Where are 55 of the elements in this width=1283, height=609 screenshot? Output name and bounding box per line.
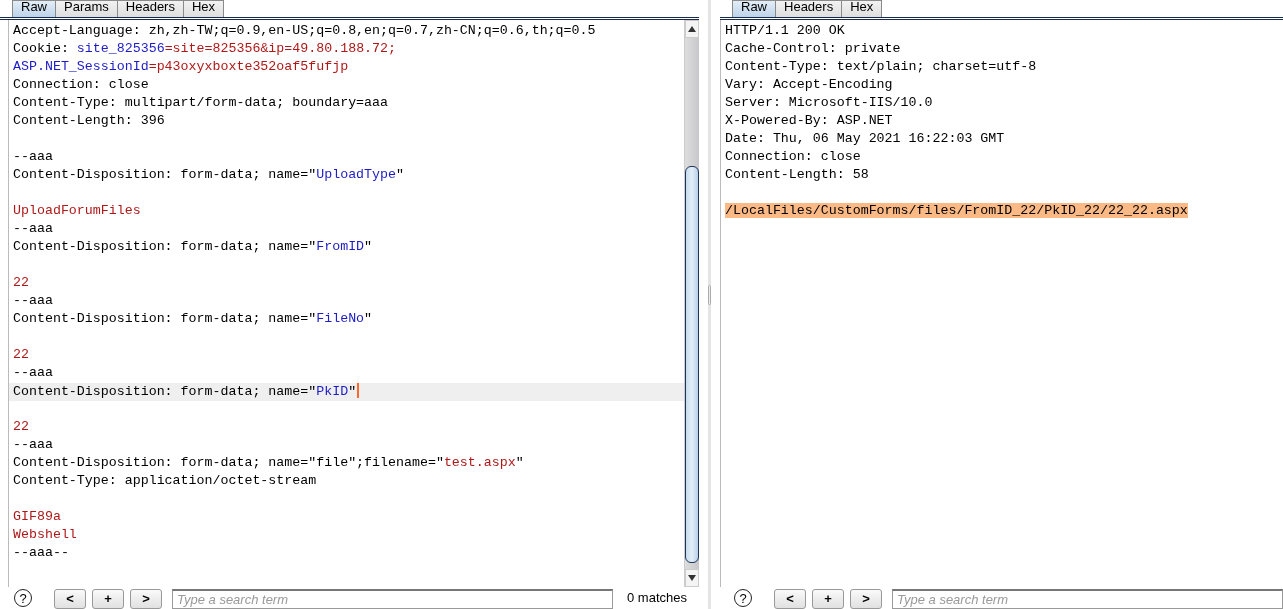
code-line: Server: Microsoft-IIS/10.0 [725, 95, 933, 110]
search-nav-button[interactable]: + [92, 589, 124, 609]
code-line: --aaa [13, 365, 53, 380]
tab[interactable]: Hex [841, 0, 883, 17]
code-line: Content-Disposition: form-data; name="file";filename="test.aspx" [13, 455, 524, 470]
code-line: Content-Disposition: form-data; name="PkID" [13, 384, 357, 399]
scrollbar-thumb[interactable] [685, 166, 699, 563]
search-nav-button[interactable]: < [774, 589, 806, 609]
code-line: 22 [13, 275, 29, 290]
code-line: Content-Disposition: form-data; name="UploadType" [13, 167, 404, 182]
code-line: --aaa [13, 437, 53, 452]
code-line: GIF89a [13, 509, 61, 524]
code-line: Content-Disposition: form-data; name="FileNo" [13, 311, 373, 326]
code-line: Connection: close [13, 77, 149, 92]
tab[interactable]: Hex [182, 0, 225, 17]
code-line: UploadForumFiles [13, 203, 141, 218]
tab[interactable]: Headers [775, 0, 843, 17]
code-line: 22 [13, 419, 29, 434]
code-line: Connection: close [725, 149, 861, 164]
tab[interactable]: Params [55, 0, 118, 17]
code-line: ASP.NET_SessionId=p43oxyxboxte352oaf5fufjp [13, 59, 349, 74]
code-line: --aaa [13, 149, 53, 164]
tab[interactable]: Headers [116, 0, 184, 17]
search-field[interactable]: Type a search term [892, 589, 1283, 609]
search-nav-button[interactable]: < [54, 589, 86, 609]
code-line: Content-Type: multipart/form-data; boundary=aaa [13, 95, 389, 110]
tab[interactable]: Raw [12, 0, 56, 17]
code-line: Content-Disposition: form-data; name="FromID" [13, 239, 373, 254]
code-line: Cache-Control: private [725, 41, 901, 56]
down-arrow-icon [688, 575, 696, 581]
match-count: 0 matches [626, 589, 688, 606]
code-line: Cookie: site_825356=site=825356&ip=49.80.188.72; [13, 41, 397, 56]
text-cursor [357, 383, 360, 398]
scroll-down-button[interactable] [685, 569, 699, 587]
up-arrow-icon [688, 26, 696, 32]
code-line: Vary: Accept-Encoding [725, 77, 893, 92]
search-nav-button[interactable]: + [812, 589, 844, 609]
search-nav-button[interactable]: > [130, 589, 162, 609]
code-line: Webshell [13, 527, 77, 542]
scroll-up-button[interactable] [685, 20, 699, 38]
code-line: Date: Thu, 06 May 2021 16:22:03 GMT [725, 131, 1005, 146]
search-nav-button[interactable]: > [850, 589, 882, 609]
code-line: X-Powered-By: ASP.NET [725, 113, 893, 128]
code-line: Content-Length: 58 [725, 167, 869, 182]
code-line: Content-Type: text/plain; charset=utf-8 [725, 59, 1037, 74]
code-line: --aaa-- [13, 545, 69, 560]
code-line: 22 [13, 347, 29, 362]
tab[interactable]: Raw [732, 0, 776, 17]
search-field[interactable]: Type a search term [172, 589, 613, 609]
code-line: Accept-Language: zh,zh-TW;q=0.9,en-US;q=0.8,en;q=0.7,zh-CN;q=0.6,th;q=0.5 [13, 23, 596, 38]
code-line: HTTP/1.1 200 OK [725, 23, 845, 38]
code-line: Content-Length: 396 [13, 113, 165, 128]
code-line: Content-Type: application/octet-stream [13, 473, 317, 488]
code-line: --aaa [13, 221, 53, 236]
code-line: --aaa [13, 293, 53, 308]
